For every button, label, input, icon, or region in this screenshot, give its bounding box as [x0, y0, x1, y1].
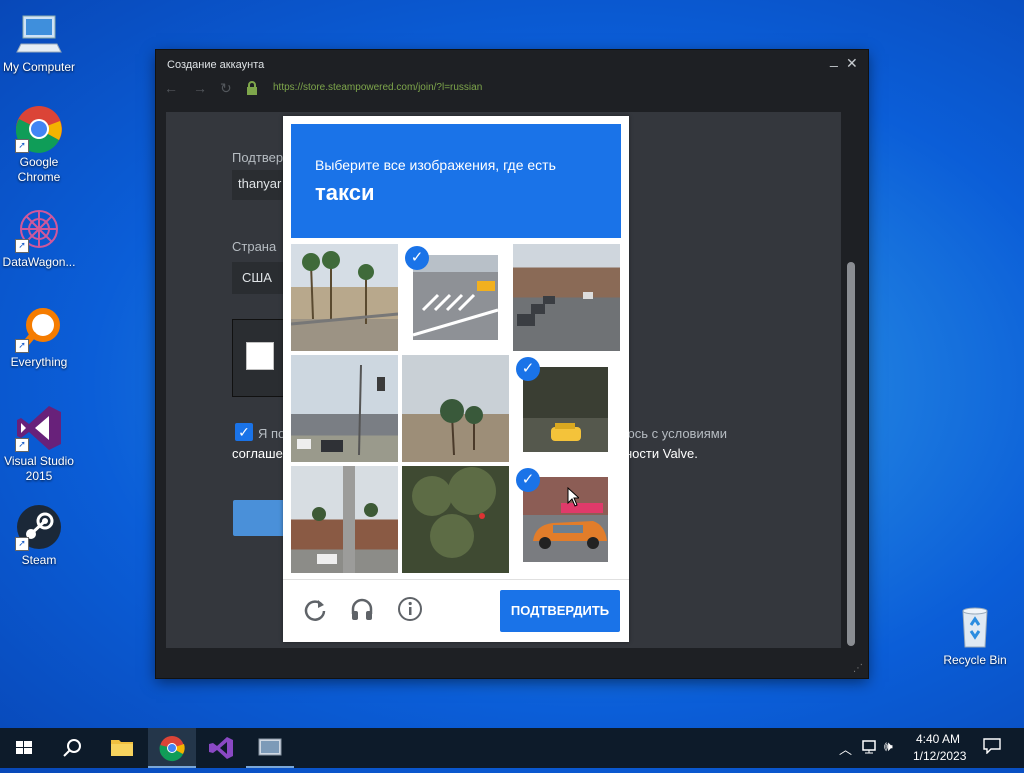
desktop-icon-steam[interactable]: ➚ Steam [0, 503, 78, 568]
shortcut-arrow-icon: ➚ [15, 339, 29, 353]
captcha-tile-8[interactable] [402, 466, 509, 573]
captcha-tile-5[interactable] [402, 355, 509, 462]
country-label: Страна [232, 239, 277, 254]
agree-text-line1: Я по [258, 426, 286, 441]
audio-challenge-headphones-icon[interactable] [349, 596, 375, 627]
folder-icon [111, 740, 133, 756]
network-icon[interactable] [862, 739, 880, 758]
footer-divider [283, 579, 629, 580]
agree-checkbox[interactable]: ✓ [235, 423, 253, 441]
desktop-icon-label: Recycle Bin [943, 653, 1007, 667]
visual-studio-icon: ➚ [15, 404, 63, 452]
desktop-icon-label: My Computer [2, 60, 76, 74]
address-url[interactable]: https://store.steampowered.com/join/?l=r… [273, 82, 482, 93]
desktop-icon-label: Google Chrome [17, 155, 61, 184]
mouse-cursor-icon [567, 486, 581, 512]
shortcut-arrow-icon: ➚ [15, 239, 29, 253]
datawagon-icon: ➚ [15, 205, 63, 253]
taskbar: ︿ 🕪 4:40 AM 1/12/2023 [0, 728, 1024, 768]
lock-icon [246, 81, 258, 100]
shortcut-arrow-icon: ➚ [15, 537, 29, 551]
privacy-link[interactable]: ности Valve. [625, 446, 698, 461]
challenge-header: Выберите все изображения, где есть такси [291, 124, 621, 238]
close-button[interactable]: ✕ [846, 55, 858, 72]
search-icon [63, 739, 81, 757]
scrollbar[interactable] [846, 112, 856, 648]
reload-icon[interactable]: ↻ [220, 80, 232, 97]
clock-date[interactable]: 1/12/2023 [913, 749, 966, 763]
confirm-email-label: Подтвер [232, 150, 284, 165]
desktop-icon-my-computer[interactable]: My Computer [0, 10, 78, 75]
taskbar-visual-studio[interactable] [197, 728, 245, 768]
window-app-icon [258, 738, 282, 756]
info-icon[interactable] [397, 596, 423, 627]
tile-selected-check-icon: ✓ [516, 468, 540, 492]
clock-time[interactable]: 4:40 AM [916, 732, 960, 746]
taskbar-steam-window[interactable] [246, 728, 294, 768]
desktop-icon-recycle-bin[interactable]: Recycle Bin [936, 603, 1014, 668]
computer-icon [15, 10, 63, 58]
captcha-tile-9[interactable] [523, 477, 608, 562]
shortcut-arrow-icon: ➚ [15, 139, 29, 153]
back-arrow-icon[interactable]: ← [164, 80, 178, 96]
visual-studio-icon [209, 737, 233, 759]
challenge-target: такси [315, 180, 375, 205]
window-titlebar[interactable]: Создание аккаунта _ ✕ [156, 50, 868, 78]
challenge-prompt: Выберите все изображения, где есть [315, 157, 556, 173]
steam-icon: ➚ [15, 503, 63, 551]
tile-selected-check-icon: ✓ [516, 357, 540, 381]
agreement-link[interactable]: соглаше [232, 446, 283, 461]
reload-challenge-icon[interactable] [302, 596, 328, 627]
taskbar-file-explorer[interactable] [98, 728, 146, 768]
resize-grip-icon[interactable]: ⋰ [853, 663, 863, 674]
agree-text-line1-right: юсь с условиями [625, 426, 727, 441]
window-title: Создание аккаунта [167, 59, 265, 71]
recaptcha-checkbox[interactable] [246, 342, 274, 370]
captcha-tile-4[interactable] [291, 355, 398, 462]
desktop-icon-google-chrome[interactable]: ➚ Google Chrome [0, 105, 78, 185]
desktop-icon-label: Visual Studio 2015 [4, 454, 74, 483]
minimize-button[interactable]: _ [830, 51, 838, 67]
forward-arrow-icon[interactable]: → [193, 80, 207, 96]
search-button[interactable] [48, 728, 96, 768]
start-button[interactable] [0, 728, 48, 768]
desktop-icon-label: DataWagon... [2, 255, 76, 269]
verify-button[interactable]: ПОДТВЕРДИТЬ [500, 590, 620, 632]
desktop-icon-label: Everything [10, 355, 68, 369]
chrome-icon [159, 736, 185, 762]
captcha-tile-1[interactable] [291, 244, 398, 351]
windows-logo-icon [16, 741, 32, 754]
browser-navbar: ← → ↻ https://store.steampowered.com/joi… [156, 78, 868, 100]
shortcut-arrow-icon: ➚ [15, 438, 29, 452]
recycle-bin-icon [951, 603, 999, 651]
magnifier-icon: ➚ [15, 305, 63, 353]
taskbar-google-chrome[interactable] [148, 728, 196, 768]
captcha-tile-6[interactable] [523, 367, 608, 452]
captcha-tile-7[interactable] [291, 466, 398, 573]
show-hidden-icons-chevron-icon[interactable]: ︿ [839, 739, 852, 758]
tile-selected-check-icon: ✓ [405, 246, 429, 270]
captcha-tile-2[interactable] [413, 255, 498, 340]
desktop-icon-label: Steam [21, 553, 57, 567]
desktop-icon-everything[interactable]: ➚ Everything [0, 305, 78, 370]
desktop-icon-datawagon[interactable]: ➚ DataWagon... [0, 205, 78, 270]
notification-center-icon[interactable] [983, 738, 1001, 757]
volume-icon[interactable]: 🕪 [884, 738, 893, 755]
captcha-tile-3[interactable] [513, 244, 620, 351]
scrollbar-thumb[interactable] [847, 262, 855, 646]
recaptcha-challenge: Выберите все изображения, где есть такси… [283, 116, 629, 642]
desktop-icon-visual-studio[interactable]: ➚ Visual Studio 2015 [0, 404, 78, 484]
chrome-icon: ➚ [15, 105, 63, 153]
